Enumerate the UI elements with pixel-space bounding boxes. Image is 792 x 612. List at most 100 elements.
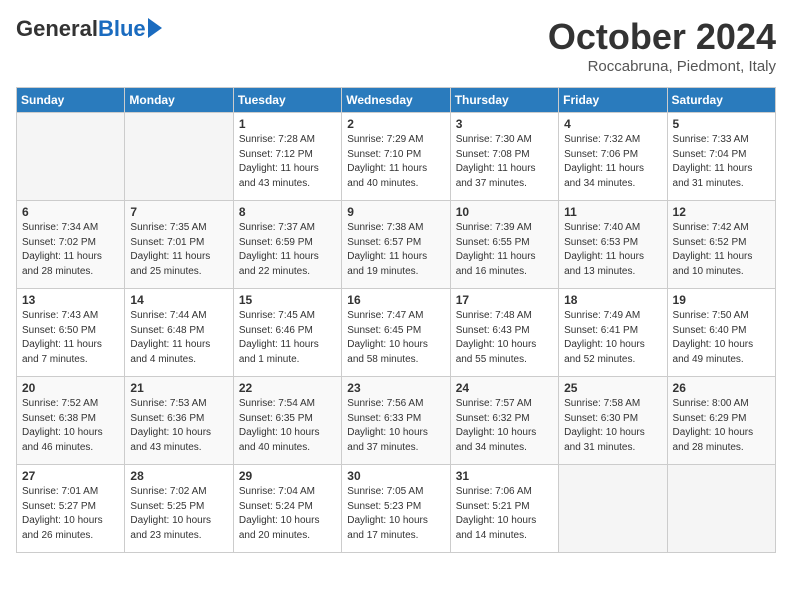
- day-number: 24: [456, 381, 553, 395]
- day-info: Sunrise: 7:44 AM Sunset: 6:48 PM Dayligh…: [130, 309, 227, 367]
- day-number: 6: [22, 205, 119, 219]
- day-info: Sunrise: 7:53 AM Sunset: 6:36 PM Dayligh…: [130, 397, 227, 455]
- day-info: Sunrise: 7:56 AM Sunset: 6:33 PM Dayligh…: [347, 397, 444, 455]
- day-info: Sunrise: 7:52 AM Sunset: 6:38 PM Dayligh…: [22, 397, 119, 455]
- day-number: 10: [456, 205, 553, 219]
- calendar-cell: [17, 113, 125, 201]
- day-info: Sunrise: 7:34 AM Sunset: 7:02 PM Dayligh…: [22, 221, 119, 279]
- day-info: Sunrise: 7:33 AM Sunset: 7:04 PM Dayligh…: [673, 133, 770, 191]
- day-info: Sunrise: 7:47 AM Sunset: 6:45 PM Dayligh…: [347, 309, 444, 367]
- calendar-cell: 20 Sunrise: 7:52 AM Sunset: 6:38 PM Dayli…: [17, 377, 125, 465]
- day-number: 14: [130, 293, 227, 307]
- col-header-saturday: Saturday: [667, 88, 775, 113]
- col-header-friday: Friday: [559, 88, 667, 113]
- calendar-cell: 25Sunrise: 7:58 AM Sunset: 6:30 PM Dayli…: [559, 377, 667, 465]
- day-info: Sunrise: 7:57 AM Sunset: 6:32 PM Dayligh…: [456, 397, 553, 455]
- day-info: Sunrise: 7:45 AM Sunset: 6:46 PM Dayligh…: [239, 309, 336, 367]
- logo-blue-text: Blue: [98, 16, 146, 42]
- day-number: 17: [456, 293, 553, 307]
- month-title: October 2024: [548, 16, 776, 58]
- calendar-cell: 26 Sunrise: 8:00 AM Sunset: 6:29 PM Dayli…: [667, 377, 775, 465]
- calendar-cell: 16 Sunrise: 7:47 AM Sunset: 6:45 PM Dayli…: [342, 289, 450, 377]
- day-number: 3: [456, 117, 553, 131]
- calendar-cell: 8Sunrise: 7:37 AM Sunset: 6:59 PM Daylig…: [233, 201, 341, 289]
- calendar-cell: 2Sunrise: 7:29 AM Sunset: 7:10 PM Daylig…: [342, 113, 450, 201]
- day-info: Sunrise: 7:28 AM Sunset: 7:12 PM Dayligh…: [239, 133, 336, 191]
- day-info: Sunrise: 7:01 AM Sunset: 5:27 PM Dayligh…: [22, 485, 119, 543]
- logo-general-text: General: [16, 16, 98, 42]
- day-info: Sunrise: 7:05 AM Sunset: 5:23 PM Dayligh…: [347, 485, 444, 543]
- day-info: Sunrise: 7:04 AM Sunset: 5:24 PM Dayligh…: [239, 485, 336, 543]
- day-info: Sunrise: 7:35 AM Sunset: 7:01 PM Dayligh…: [130, 221, 227, 279]
- day-number: 30: [347, 469, 444, 483]
- logo: General Blue: [16, 16, 162, 42]
- day-number: 13: [22, 293, 119, 307]
- calendar-cell: 10 Sunrise: 7:39 AM Sunset: 6:55 PM Dayli…: [450, 201, 558, 289]
- day-number: 27: [22, 469, 119, 483]
- col-header-tuesday: Tuesday: [233, 88, 341, 113]
- calendar-week-row: 1Sunrise: 7:28 AM Sunset: 7:12 PM Daylig…: [17, 113, 776, 201]
- day-info: Sunrise: 8:00 AM Sunset: 6:29 PM Dayligh…: [673, 397, 770, 455]
- calendar-cell: [125, 113, 233, 201]
- calendar-cell: 31Sunrise: 7:06 AM Sunset: 5:21 PM Dayli…: [450, 465, 558, 553]
- day-number: 2: [347, 117, 444, 131]
- day-number: 22: [239, 381, 336, 395]
- day-info: Sunrise: 7:06 AM Sunset: 5:21 PM Dayligh…: [456, 485, 553, 543]
- day-number: 9: [347, 205, 444, 219]
- day-info: Sunrise: 7:02 AM Sunset: 5:25 PM Dayligh…: [130, 485, 227, 543]
- calendar-header-row: SundayMondayTuesdayWednesdayThursdayFrid…: [17, 88, 776, 113]
- calendar-cell: 13 Sunrise: 7:43 AM Sunset: 6:50 PM Dayli…: [17, 289, 125, 377]
- calendar-cell: 22 Sunrise: 7:54 AM Sunset: 6:35 PM Dayli…: [233, 377, 341, 465]
- calendar-cell: 14 Sunrise: 7:44 AM Sunset: 6:48 PM Dayli…: [125, 289, 233, 377]
- page-header: General Blue October 2024 Roccabruna, Pi…: [16, 16, 776, 75]
- day-info: Sunrise: 7:32 AM Sunset: 7:06 PM Dayligh…: [564, 133, 661, 191]
- calendar-cell: 30 Sunrise: 7:05 AM Sunset: 5:23 PM Dayli…: [342, 465, 450, 553]
- day-info: Sunrise: 7:37 AM Sunset: 6:59 PM Dayligh…: [239, 221, 336, 279]
- title-section: October 2024 Roccabruna, Piedmont, Italy: [548, 16, 776, 75]
- day-number: 20: [22, 381, 119, 395]
- calendar-cell: 9Sunrise: 7:38 AM Sunset: 6:57 PM Daylig…: [342, 201, 450, 289]
- calendar-cell: 28 Sunrise: 7:02 AM Sunset: 5:25 PM Dayli…: [125, 465, 233, 553]
- calendar-cell: 7 Sunrise: 7:35 AM Sunset: 7:01 PM Daylig…: [125, 201, 233, 289]
- day-number: 19: [673, 293, 770, 307]
- day-info: Sunrise: 7:43 AM Sunset: 6:50 PM Dayligh…: [22, 309, 119, 367]
- calendar-cell: [667, 465, 775, 553]
- col-header-monday: Monday: [125, 88, 233, 113]
- calendar-cell: 19Sunrise: 7:50 AM Sunset: 6:40 PM Dayli…: [667, 289, 775, 377]
- calendar-cell: 15 Sunrise: 7:45 AM Sunset: 6:46 PM Dayli…: [233, 289, 341, 377]
- calendar-cell: 6 Sunrise: 7:34 AM Sunset: 7:02 PM Daylig…: [17, 201, 125, 289]
- calendar-table: SundayMondayTuesdayWednesdayThursdayFrid…: [16, 87, 776, 553]
- day-info: Sunrise: 7:54 AM Sunset: 6:35 PM Dayligh…: [239, 397, 336, 455]
- calendar-cell: 21 Sunrise: 7:53 AM Sunset: 6:36 PM Dayli…: [125, 377, 233, 465]
- calendar-cell: 29Sunrise: 7:04 AM Sunset: 5:24 PM Dayli…: [233, 465, 341, 553]
- col-header-thursday: Thursday: [450, 88, 558, 113]
- day-number: 16: [347, 293, 444, 307]
- day-number: 26: [673, 381, 770, 395]
- calendar-week-row: 20 Sunrise: 7:52 AM Sunset: 6:38 PM Dayli…: [17, 377, 776, 465]
- calendar-cell: 5 Sunrise: 7:33 AM Sunset: 7:04 PM Daylig…: [667, 113, 775, 201]
- day-info: Sunrise: 7:39 AM Sunset: 6:55 PM Dayligh…: [456, 221, 553, 279]
- calendar-cell: [559, 465, 667, 553]
- calendar-week-row: 6 Sunrise: 7:34 AM Sunset: 7:02 PM Daylig…: [17, 201, 776, 289]
- location: Roccabruna, Piedmont, Italy: [548, 58, 776, 75]
- calendar-cell: 3Sunrise: 7:30 AM Sunset: 7:08 PM Daylig…: [450, 113, 558, 201]
- col-header-wednesday: Wednesday: [342, 88, 450, 113]
- calendar-cell: 4 Sunrise: 7:32 AM Sunset: 7:06 PM Daylig…: [559, 113, 667, 201]
- day-number: 21: [130, 381, 227, 395]
- day-number: 5: [673, 117, 770, 131]
- calendar-cell: 18Sunrise: 7:49 AM Sunset: 6:41 PM Dayli…: [559, 289, 667, 377]
- day-number: 7: [130, 205, 227, 219]
- logo-arrow-icon: [148, 18, 162, 38]
- calendar-cell: 1Sunrise: 7:28 AM Sunset: 7:12 PM Daylig…: [233, 113, 341, 201]
- day-info: Sunrise: 7:58 AM Sunset: 6:30 PM Dayligh…: [564, 397, 661, 455]
- day-number: 15: [239, 293, 336, 307]
- calendar-cell: 11Sunrise: 7:40 AM Sunset: 6:53 PM Dayli…: [559, 201, 667, 289]
- day-number: 4: [564, 117, 661, 131]
- day-info: Sunrise: 7:42 AM Sunset: 6:52 PM Dayligh…: [673, 221, 770, 279]
- calendar-week-row: 13 Sunrise: 7:43 AM Sunset: 6:50 PM Dayli…: [17, 289, 776, 377]
- calendar-cell: 23Sunrise: 7:56 AM Sunset: 6:33 PM Dayli…: [342, 377, 450, 465]
- day-info: Sunrise: 7:48 AM Sunset: 6:43 PM Dayligh…: [456, 309, 553, 367]
- calendar-cell: 12Sunrise: 7:42 AM Sunset: 6:52 PM Dayli…: [667, 201, 775, 289]
- calendar-cell: 24 Sunrise: 7:57 AM Sunset: 6:32 PM Dayli…: [450, 377, 558, 465]
- day-number: 28: [130, 469, 227, 483]
